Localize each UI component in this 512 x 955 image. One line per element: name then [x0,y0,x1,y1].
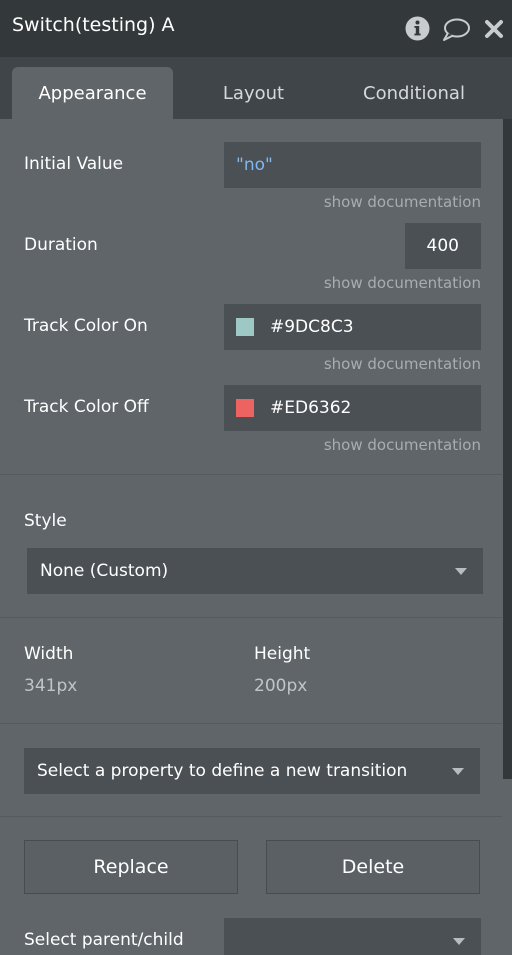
style-dropdown[interactable]: None (Custom) [27,548,483,594]
chevron-down-icon [453,938,465,945]
height-label: Height [254,644,311,664]
track-color-off-text: #ED6362 [270,398,352,418]
delete-button[interactable]: Delete [266,840,480,894]
track-color-on-label: Track Color On [24,316,148,336]
comment-bubble-icon[interactable] [442,18,470,46]
parent-child-dropdown[interactable] [224,918,481,955]
initial-value-field[interactable]: "no" [224,142,481,188]
track-color-on-swatch[interactable] [236,318,254,336]
duration-label: Duration [24,235,98,255]
track-color-on-text: #9DC8C3 [270,317,354,337]
section-divider [0,723,502,724]
initial-value-label: Initial Value [24,154,124,174]
chevron-down-icon [455,568,467,575]
width-label: Width [24,644,74,664]
duration-doc-link[interactable]: show documentation [324,274,481,292]
transition-dropdown[interactable]: Select a property to define a new transi… [24,748,480,794]
duration-field[interactable]: 400 [405,223,481,269]
height-value: 200px [254,676,308,696]
section-divider [0,617,502,618]
tab-layout[interactable]: Layout [180,67,327,119]
close-icon[interactable] [484,19,504,43]
section-divider [0,474,502,475]
transition-dropdown-placeholder: Select a property to define a new transi… [37,761,408,781]
track-color-on-field[interactable]: #9DC8C3 [224,304,481,350]
style-dropdown-value: None (Custom) [40,561,169,581]
chevron-down-icon [452,768,464,775]
width-value: 341px [24,676,78,696]
track-color-off-doc-link[interactable]: show documentation [324,436,481,454]
track-color-off-swatch[interactable] [236,399,254,417]
scrollbar[interactable] [503,119,512,779]
info-icon[interactable] [405,16,430,45]
initial-value-doc-link[interactable]: show documentation [324,193,481,211]
window-title: Switch(testing) A [12,14,175,36]
select-parent-child-label: Select parent/child [24,930,184,950]
tab-conditional[interactable]: Conditional [334,67,494,119]
duration-text: 400 [426,236,459,256]
replace-button[interactable]: Replace [24,840,238,894]
title-bar: Switch(testing) A [0,0,512,57]
track-color-on-doc-link[interactable]: show documentation [324,355,481,373]
style-label: Style [24,511,67,531]
track-color-off-field[interactable]: #ED6362 [224,385,481,431]
tab-appearance[interactable]: Appearance [12,67,173,119]
initial-value-text: "no" [236,155,273,175]
section-divider [0,816,502,817]
track-color-off-label: Track Color Off [24,397,149,417]
tab-bar: Appearance Layout Conditional [0,57,512,119]
